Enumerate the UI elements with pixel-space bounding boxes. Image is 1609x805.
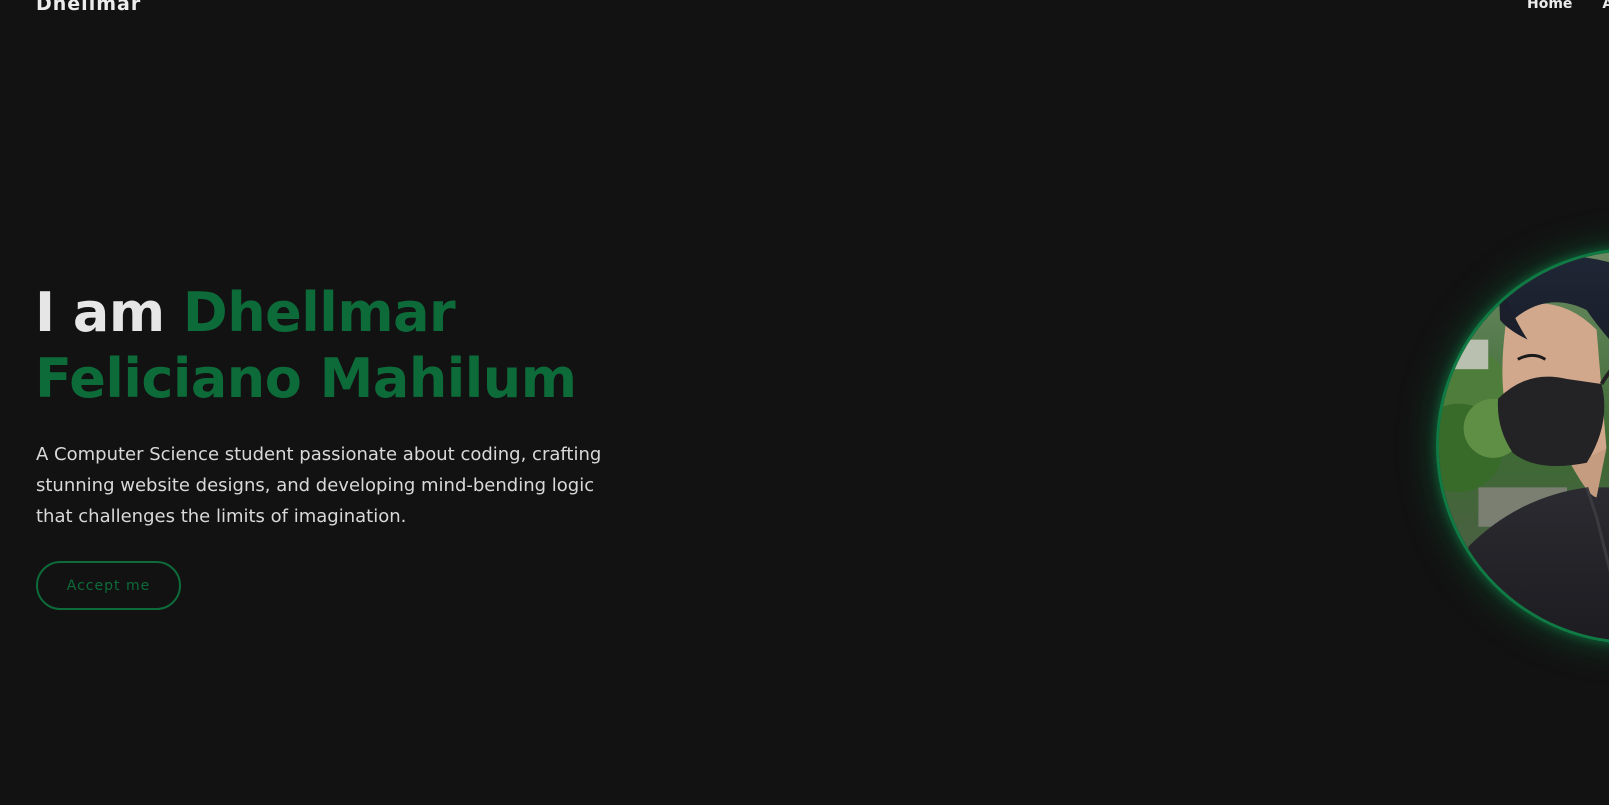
site-logo[interactable]: Dhellmar — [36, 0, 141, 15]
navbar: Dhellmar Home A — [0, 0, 1609, 20]
profile-photo-image — [1439, 251, 1609, 641]
nav-link-about[interactable]: A — [1602, 0, 1609, 14]
accept-me-button[interactable]: Accept me — [36, 561, 181, 610]
hero-description: A Computer Science student passionate ab… — [36, 444, 602, 527]
nav-links: Home A — [1527, 0, 1609, 14]
nav-link-home[interactable]: Home — [1527, 0, 1572, 14]
hero-title: I am Dhellmar Feliciano Mahilum — [35, 280, 735, 412]
page: Dhellmar Home A I am Dhellmar Feliciano … — [0, 0, 1609, 805]
hero-title-prefix: I am — [35, 281, 183, 344]
profile-photo — [1436, 248, 1609, 644]
